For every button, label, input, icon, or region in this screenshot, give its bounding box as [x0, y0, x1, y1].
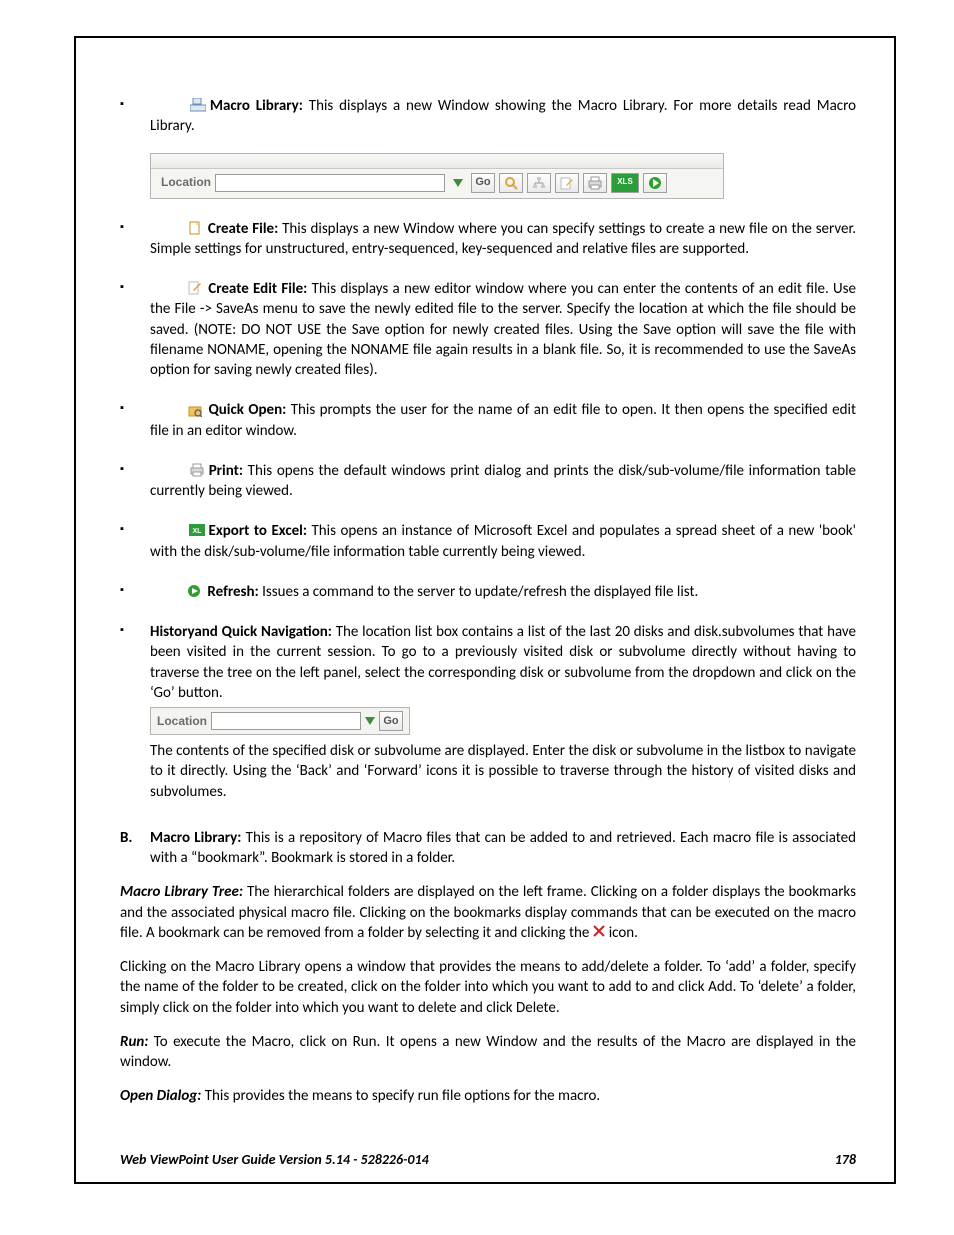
location-small-figure: Location Go [150, 707, 410, 735]
item-text: Issues a command to the server to update… [259, 583, 699, 601]
open-dialog-title: Open Dialog: [120, 1087, 201, 1105]
toolbar-search-icon[interactable] [499, 173, 523, 193]
item-title: Quick Open: [208, 401, 286, 419]
location-input[interactable] [211, 712, 361, 730]
page-footer: Web ViewPoint User Guide Version 5.14 - … [120, 1151, 856, 1168]
toolbar-edit-icon[interactable] [555, 173, 579, 193]
macro-library-icon [190, 98, 206, 112]
item-title: Macro Library: [210, 97, 303, 115]
open-dialog-text: This provides the means to specify run f… [201, 1087, 600, 1105]
run-title: Run: [120, 1033, 148, 1051]
macro-open-para: Clicking on the Macro Library opens a wi… [120, 957, 856, 1018]
item-title: Create File: [208, 220, 278, 238]
section-b-text: This is a repository of Macro files that… [150, 829, 856, 867]
footer-left: Web ViewPoint User Guide Version 5.14 - … [120, 1151, 429, 1168]
bullet-refresh: Refresh: Issues a command to the server … [120, 582, 856, 602]
item-title: Historyand Quick Navigation: [150, 623, 332, 641]
item-title: Export to Excel: [209, 522, 307, 540]
open-dialog-para: Open Dialog: This provides the means to … [120, 1086, 856, 1106]
print-icon [189, 463, 205, 477]
bullet-quick-open: Quick Open: This prompts the user for th… [120, 400, 856, 441]
toolbar-xls-icon[interactable]: XLS [611, 173, 639, 193]
macro-tree-text-b: icon. [609, 924, 638, 942]
toolbar-print-icon[interactable] [583, 173, 607, 193]
toolbar-refresh-icon[interactable] [643, 173, 667, 193]
bullet-history-quick-nav: Historyand Quick Navigation: The locatio… [120, 622, 856, 802]
location-input[interactable] [215, 174, 445, 192]
refresh-icon [187, 584, 203, 598]
go-button[interactable]: Go [379, 711, 403, 731]
bullet-print: Print: This opens the default windows pr… [120, 461, 856, 502]
bullet-create-edit-file: Create Edit File: This displays a new ed… [120, 279, 856, 380]
quick-open-icon [188, 403, 204, 417]
section-b-title: Macro Library: [150, 829, 241, 847]
location-label: Location [157, 713, 207, 729]
section-b: B. Macro Library: This is a repository o… [120, 828, 856, 869]
item-title: Print: [209, 462, 243, 480]
item-text: This opens the default windows print dia… [150, 462, 856, 500]
section-b-label: B. [120, 828, 150, 869]
go-button[interactable]: Go [471, 173, 495, 193]
run-text: To execute the Macro, click on Run. It o… [120, 1033, 856, 1071]
item-title: Create Edit File: [208, 280, 307, 298]
export-excel-icon: XL [189, 524, 205, 538]
bullet-macro-library: Macro Library: This displays a new Windo… [120, 96, 856, 199]
location-dropdown-icon[interactable] [361, 712, 379, 730]
footer-right: 178 [835, 1151, 856, 1168]
macro-library-tree-para: Macro Library Tree: The hierarchical fol… [120, 882, 856, 943]
bullet-export-excel: XL Export to Excel: This opens an instan… [120, 521, 856, 562]
location-toolbar-figure: Location Go [150, 153, 724, 199]
toolbar-tree-icon[interactable] [527, 173, 551, 193]
document-body: Macro Library: This displays a new Windo… [120, 96, 856, 1107]
location-dropdown-icon[interactable] [449, 174, 467, 192]
create-edit-file-icon [188, 281, 204, 295]
delete-x-icon [593, 925, 605, 939]
bullet-create-file: Create File: This displays a new Window … [120, 219, 856, 260]
svg-text:XL: XL [192, 528, 202, 535]
create-file-icon [188, 221, 204, 235]
item-title: Refresh: [207, 583, 258, 601]
macro-tree-title: Macro Library Tree: [120, 883, 243, 901]
run-para: Run: To execute the Macro, click on Run.… [120, 1032, 856, 1073]
location-label: Location [161, 174, 211, 190]
history-tail-text: The contents of the specified disk or su… [150, 742, 856, 801]
